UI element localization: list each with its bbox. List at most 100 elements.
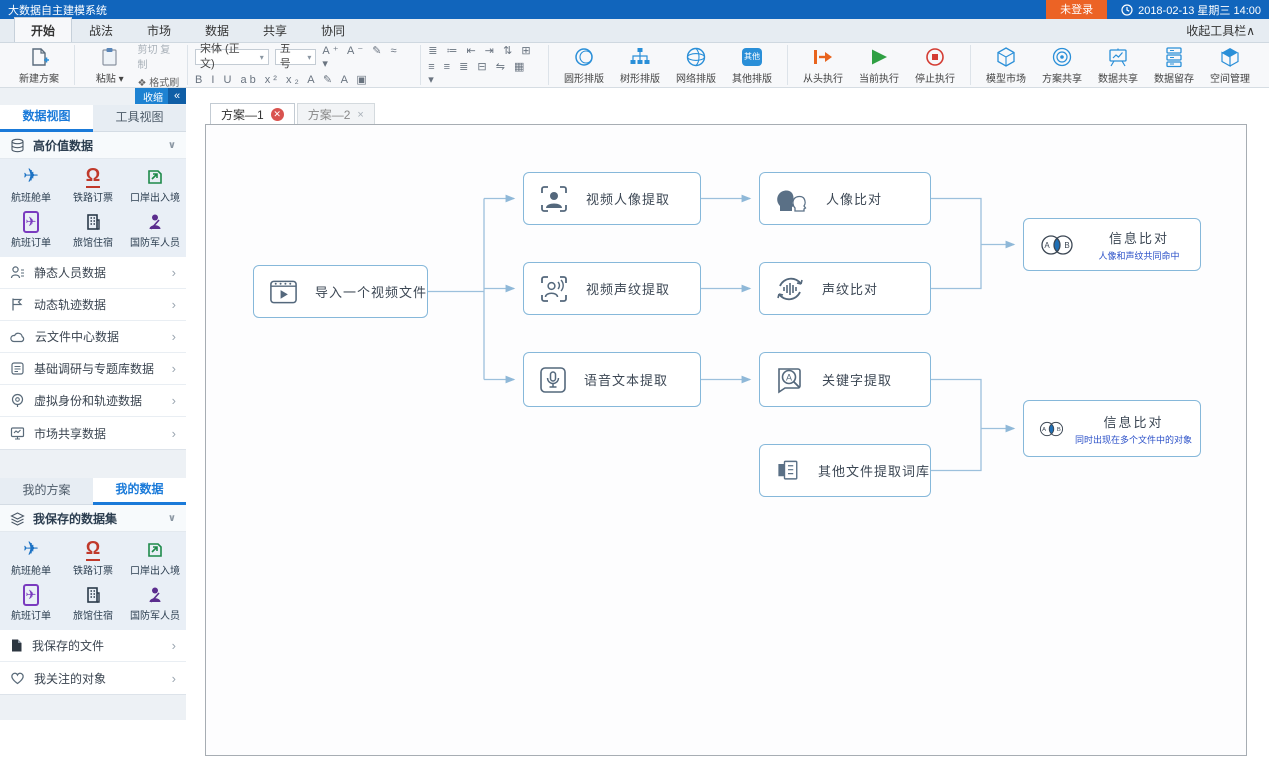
voice-scan-icon [538,274,570,304]
data-share-button[interactable]: 数据共享 [1090,45,1146,86]
sidebar-item-market-shared[interactable]: 市场共享数据› [0,417,186,449]
list-indent-buttons[interactable]: ≣ ≔ ⇤ ⇥ ⇅ ⊞ [428,44,533,57]
paste-button[interactable]: 粘贴 ▾ [82,45,138,86]
node-import-video[interactable]: 导入一个视频文件 [253,265,428,318]
sidebar-item-cloud-files[interactable]: 云文件中心数据› [0,321,186,353]
dataset-military-personnel[interactable]: 国防军人员 [124,207,186,252]
login-status-badge[interactable]: 未登录 [1046,0,1107,19]
dataset-border-entry[interactable]: 口岸出入境 [124,535,186,580]
stop-run-button[interactable]: 停止执行 [907,45,963,86]
node-info-compare-1[interactable]: A B 信息比对 人像和声纹共同命中 [1023,218,1201,271]
clipboard-small-buttons: 剪切 复制 ❖ 格式刷 [138,41,180,89]
network-layout-button[interactable]: 网络排版 [668,45,724,86]
text-format-buttons[interactable]: B I U ab x² x₂ A ✎ A ▣ [195,73,370,86]
data-retain-button[interactable]: 数据留存 [1146,45,1202,86]
ribbon-toolbar: 新建方案 粘贴 ▾ 剪切 复制 ❖ 格式刷 宋体 (正文) ▾ 五号 ▾ [0,43,1269,88]
circle-layout-button[interactable]: 圆形排版 [556,45,612,86]
monitor-icon [10,426,25,441]
sidebar-item-my-saved-files[interactable]: 我保存的文件› [0,630,186,662]
collapse-toolbar-button[interactable]: 收起工具栏∧ [1186,22,1255,39]
close-tab-icon[interactable]: × [357,109,363,121]
ribbon-group-font: 宋体 (正文) ▾ 五号 ▾ A⁺ A⁻ ✎ ≈ ▾ B I U ab x² x… [188,45,421,85]
dataset-flight-manifest[interactable]: ✈ 航班舱单 [0,162,62,207]
tab-plan-1[interactable]: 方案—1 ✕ [210,103,295,125]
chevron-down-icon: ∨ [168,140,176,151]
menu-tab-share[interactable]: 共享 [246,18,304,42]
font-tools-buttons[interactable]: A⁺ A⁻ ✎ ≈ ▾ [322,44,413,70]
entry-exit-icon [146,166,164,188]
new-plan-button[interactable]: 新建方案 [11,45,67,86]
airplane-icon: ✈ [23,539,39,561]
virtual-head-icon [10,393,25,408]
tab-tool-view[interactable]: 工具视图 [93,105,186,132]
dataset-rail-ticket[interactable]: Ω 铁路订票 [62,535,124,580]
sidebar-item-dynamic-track[interactable]: 动态轨迹数据› [0,289,186,321]
node-face-compare[interactable]: 人像比对 [759,172,931,225]
font-name-select[interactable]: 宋体 (正文) ▾ [195,49,269,65]
canvas-tab-bar: 方案—1 ✕ 方案—2 × [210,103,375,125]
tab-plan-2[interactable]: 方案—2 × [297,103,375,125]
sidebar-item-virtual-identity[interactable]: 虚拟身份和轨迹数据› [0,385,186,417]
dataset-rail-ticket[interactable]: Ω 铁路订票 [62,162,124,207]
chevron-right-icon: › [172,638,176,653]
circle-layout-icon [573,46,595,68]
chevron-right-icon: › [172,361,176,376]
dataset-military-personnel[interactable]: 国防军人员 [124,580,186,625]
my-data-panel: 我的方案 我的数据 我保存的数据集 ∨ ✈ 航班舱单 Ω 铁路订票 口岸出入境 … [0,478,186,695]
tab-my-data[interactable]: 我的数据 [93,478,186,505]
railway-icon: Ω [86,539,100,561]
section-my-saved-datasets[interactable]: 我保存的数据集 ∨ [0,505,186,532]
plan-share-button[interactable]: 方案共享 [1034,45,1090,86]
cube-outline-icon [995,46,1017,68]
server-stack-icon [1164,46,1184,68]
menu-bar: 开始 战法 市场 数据 共享 协同 收起工具栏∧ [0,19,1269,43]
node-voice-compare[interactable]: 声纹比对 [759,262,931,315]
dataset-flight-order[interactable]: ✈ 航班订单 [0,207,62,252]
other-layout-button[interactable]: 其他 其他排版 [724,45,780,86]
model-canvas[interactable]: 导入一个视频文件 视频人像提取 视频声纹提取 语音文本提取 [205,124,1247,756]
menu-tab-collab[interactable]: 协同 [304,18,362,42]
venn-ab-icon: A B [1036,230,1078,260]
ribbon-group-new: 新建方案 [4,45,75,85]
menu-tab-start[interactable]: 开始 [14,17,72,42]
ribbon-group-run: 从头执行 当前执行 停止执行 [788,45,971,85]
node-video-voice-extract[interactable]: 视频声纹提取 [523,262,701,315]
sidebar-collapse-button[interactable]: 收缩 « [135,88,186,104]
format-painter-button[interactable]: ❖ 格式刷 [138,74,180,89]
heart-icon [10,671,25,685]
ribbon-group-layout: 圆形排版 树形排版 网络排版 其他 其他排版 [549,45,788,85]
node-other-file-lexicon[interactable]: 其他文件提取词库 [759,444,931,497]
model-market-button[interactable]: 模型市场 [978,45,1034,86]
dataset-hotel-stay[interactable]: 旅馆住宿 [62,580,124,625]
dataset-flight-order[interactable]: ✈ 航班订单 [0,580,62,625]
close-tab-icon[interactable]: ✕ [271,108,284,121]
run-current-button[interactable]: 当前执行 [851,45,907,86]
cube-filled-icon [1219,46,1241,68]
section-high-value-data[interactable]: 高价值数据 ∨ [0,132,186,159]
menu-tab-tactics[interactable]: 战法 [72,18,130,42]
dataset-flight-manifest[interactable]: ✈ 航班舱单 [0,535,62,580]
menu-tab-data[interactable]: 数据 [188,18,246,42]
menu-tab-market[interactable]: 市场 [130,18,188,42]
railway-icon: Ω [86,166,100,188]
node-keyword-extract[interactable]: A 关键字提取 [759,352,931,407]
node-info-compare-2[interactable]: A B 信息比对 同时出现在多个文件中的对象 [1023,400,1201,457]
new-document-icon [29,46,49,68]
sidebar-item-static-personnel[interactable]: 静态人员数据› [0,257,186,289]
node-video-face-extract[interactable]: 视频人像提取 [523,172,701,225]
sidebar-item-research-library[interactable]: 基础调研与专题库数据› [0,353,186,385]
dataset-hotel-stay[interactable]: 旅馆住宿 [62,207,124,252]
tab-data-view[interactable]: 数据视图 [0,105,93,132]
cut-copy-buttons[interactable]: 剪切 复制 [138,41,180,71]
dataset-border-entry[interactable]: 口岸出入境 [124,162,186,207]
layers-icon [10,511,25,526]
space-management-button[interactable]: 空间管理 [1202,45,1258,86]
run-from-start-button[interactable]: 从头执行 [795,45,851,86]
font-size-select[interactable]: 五号 ▾ [275,49,317,65]
tree-layout-button[interactable]: 树形排版 [612,45,668,86]
clock-icon [1121,4,1133,16]
node-speech-text-extract[interactable]: 语音文本提取 [523,352,701,407]
tab-my-plans[interactable]: 我的方案 [0,478,93,505]
align-buttons[interactable]: ≡ ≡ ≣ ⊟ ⇋ ▦ ▾ [428,60,541,86]
sidebar-item-followed-objects[interactable]: 我关注的对象› [0,662,186,694]
